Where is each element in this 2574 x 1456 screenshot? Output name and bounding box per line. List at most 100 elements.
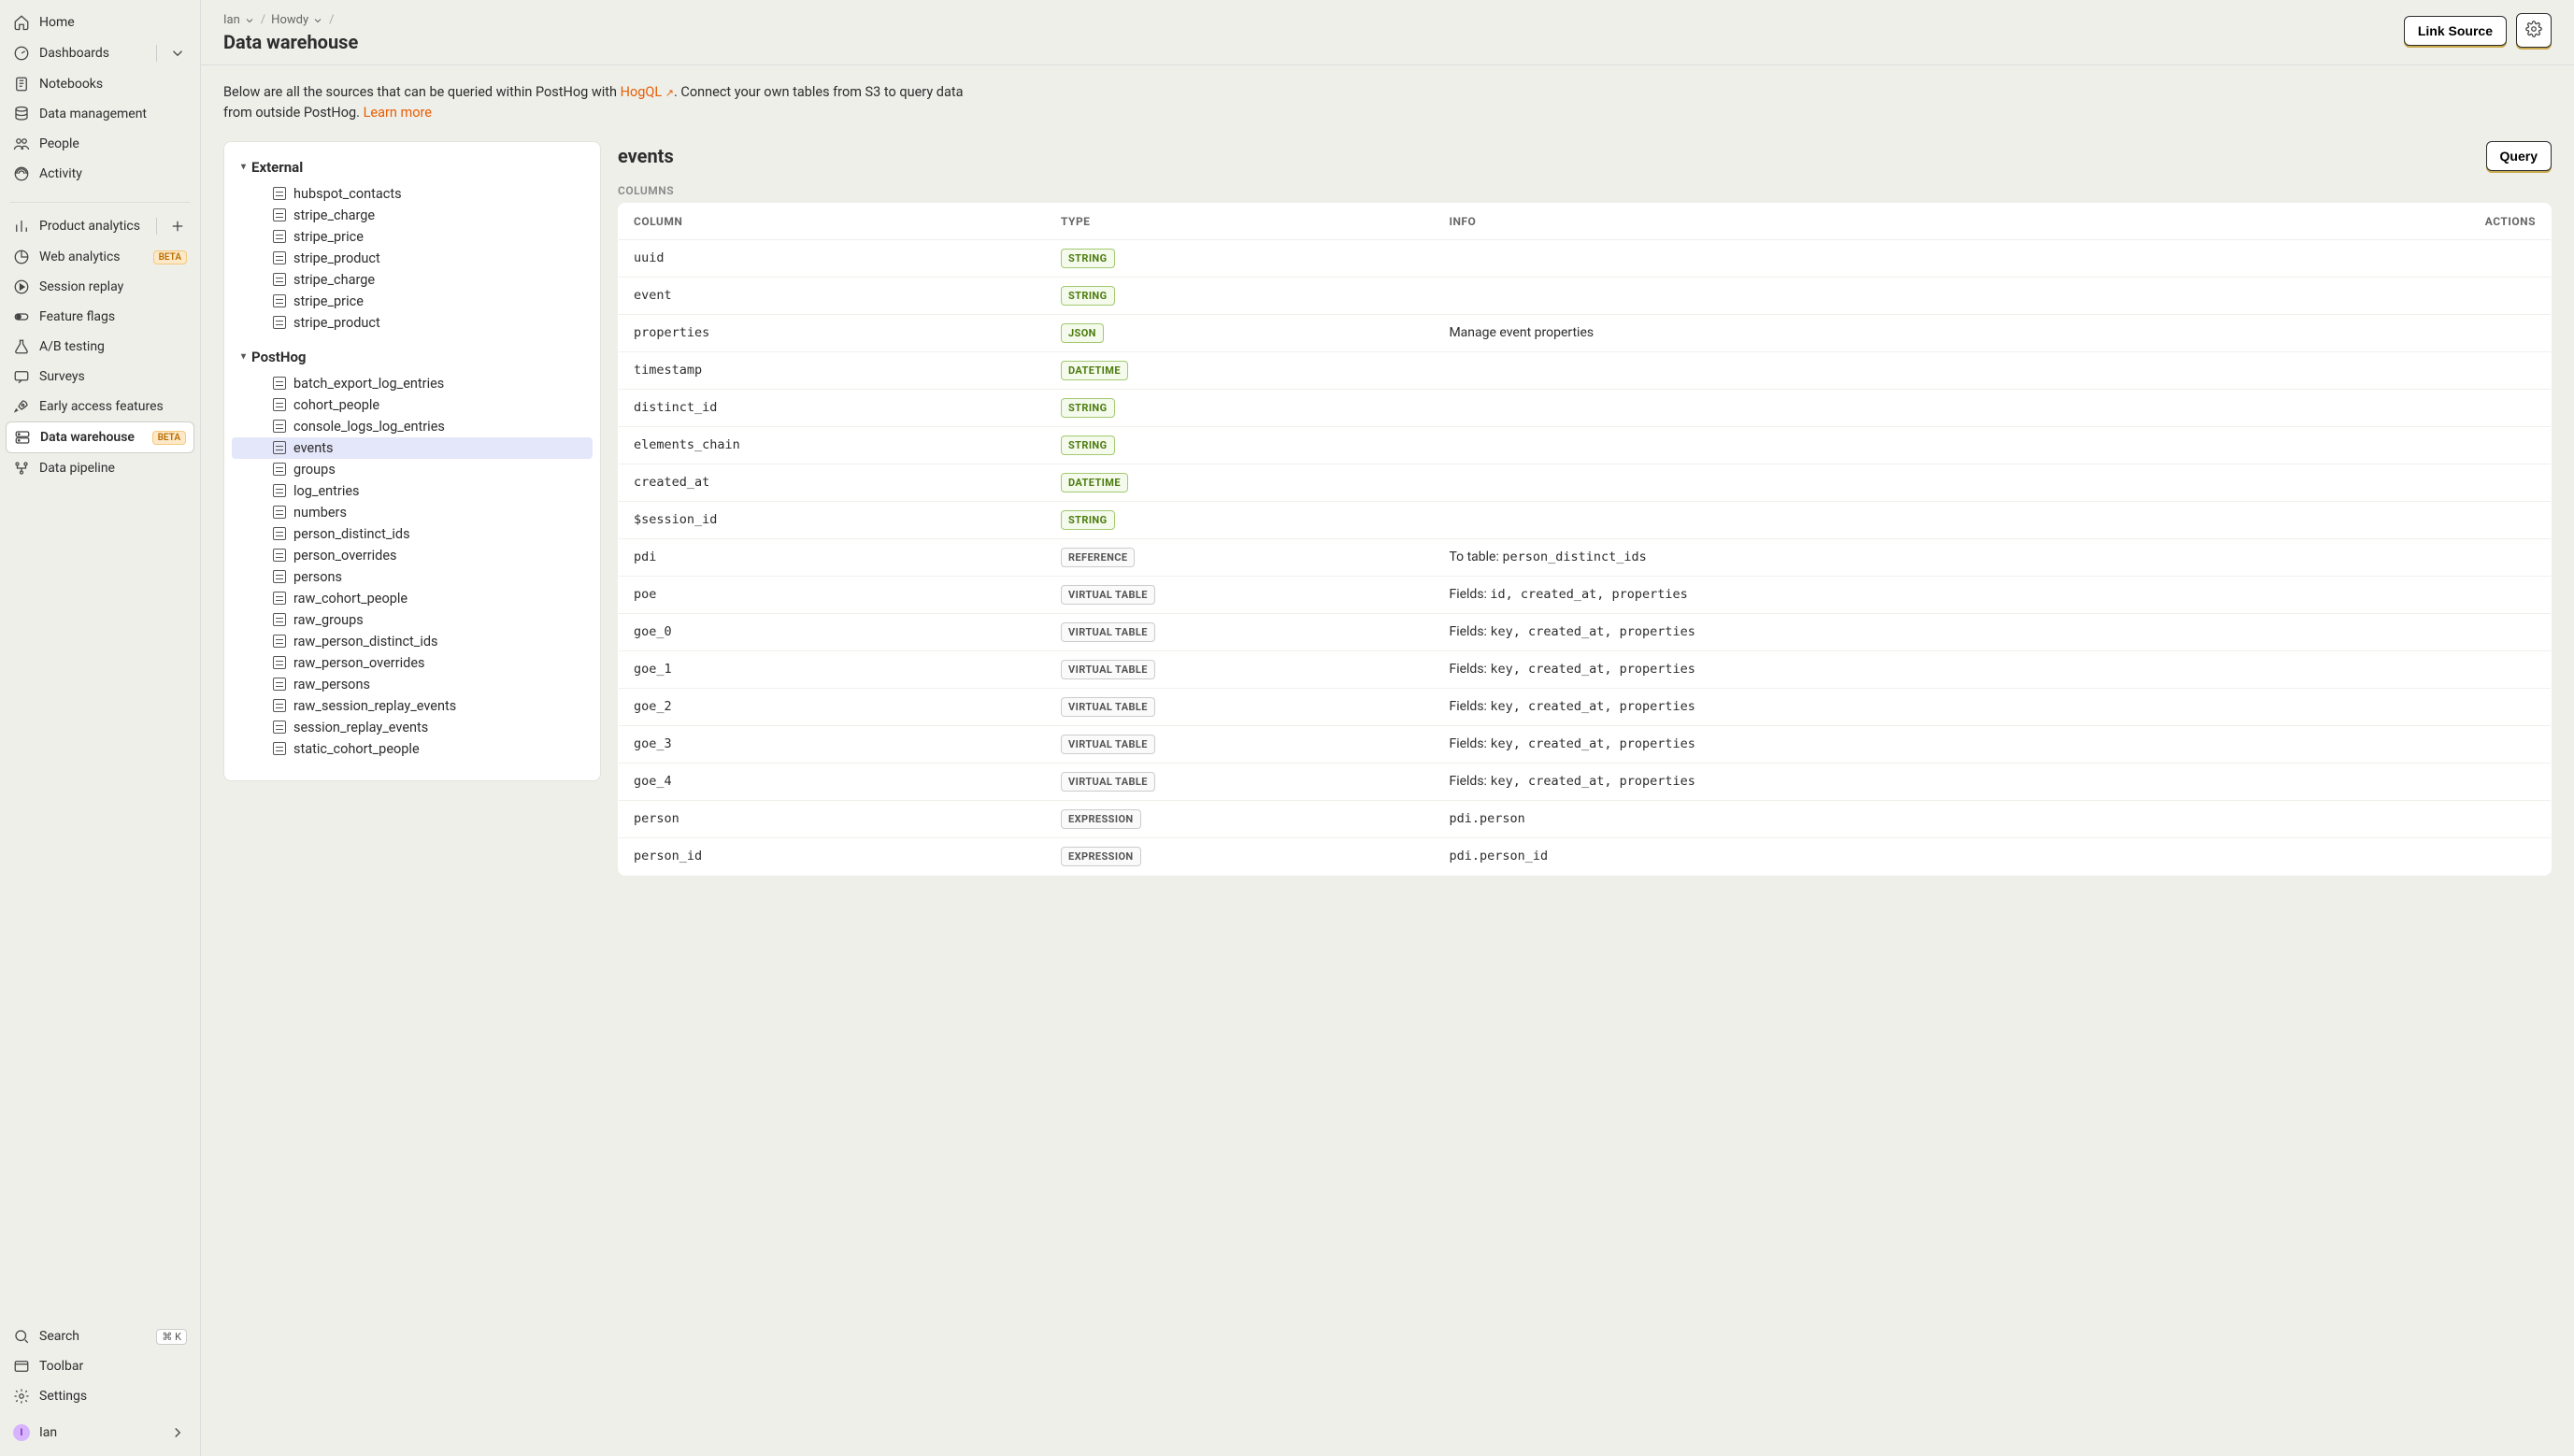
tree-item[interactable]: stripe_product <box>232 248 593 269</box>
tree-item-label: raw_cohort_people <box>293 591 408 607</box>
column-type: EXPRESSION <box>1046 837 1434 875</box>
column-actions <box>2297 426 2551 464</box>
sidebar-item-data-warehouse[interactable]: Data warehouseBETA <box>6 421 194 453</box>
sidebar-item-session-replay[interactable]: Session replay <box>6 272 194 302</box>
tree-item[interactable]: cohort_people <box>232 394 593 416</box>
sidebar-item-data-pipeline[interactable]: Data pipeline <box>6 453 194 483</box>
toolbar-icon <box>13 1358 30 1375</box>
detail-title: events <box>618 145 674 167</box>
tree-item[interactable]: stripe_charge <box>232 205 593 226</box>
sidebar-item-data-management[interactable]: Data management <box>6 99 194 129</box>
tree-item[interactable]: raw_groups <box>232 609 593 631</box>
table-icon <box>273 570 286 583</box>
breadcrumb-item[interactable]: Howdy <box>271 13 323 27</box>
sidebar-item-label: Product analytics <box>39 219 145 234</box>
tree-item[interactable]: stripe_price <box>232 226 593 248</box>
breadcrumb-item[interactable]: Ian <box>223 13 255 27</box>
table-icon <box>273 187 286 200</box>
tree-item-label: person_overrides <box>293 548 397 564</box>
sidebar-item-label: Search <box>39 1329 147 1344</box>
tree-item[interactable]: stripe_price <box>232 291 593 312</box>
table-icon <box>273 441 286 454</box>
column-info: pdi.person_id <box>1434 837 2297 875</box>
tree-item[interactable]: groups <box>232 459 593 480</box>
tree-item-label: log_entries <box>293 483 360 499</box>
gear-icon <box>2525 21 2542 37</box>
sidebar-item-settings[interactable]: Settings <box>6 1381 194 1411</box>
column-info: Manage event properties <box>1434 314 2297 351</box>
column-actions <box>2297 351 2551 389</box>
tree-item[interactable]: stripe_charge <box>232 269 593 291</box>
settings-button[interactable] <box>2516 13 2552 48</box>
column-info: Fields: key, created_at, properties <box>1434 650 2297 688</box>
table-row: properties JSON Manage event properties <box>619 314 2552 351</box>
sidebar-item-toolbar[interactable]: Toolbar <box>6 1351 194 1381</box>
chevron-down-icon[interactable] <box>168 44 187 63</box>
query-button[interactable]: Query <box>2486 141 2552 171</box>
hogql-link[interactable]: HogQL ↗ <box>621 84 674 100</box>
tree-item[interactable]: static_cohort_people <box>232 738 593 760</box>
tree-item[interactable]: raw_person_overrides <box>232 652 593 674</box>
sidebar-item-surveys[interactable]: Surveys <box>6 362 194 392</box>
page-title: Data warehouse <box>223 31 358 53</box>
tree-group-header[interactable]: ▾PostHog <box>232 343 593 371</box>
sidebar-item-home[interactable]: Home <box>6 7 194 37</box>
tree-item[interactable]: log_entries <box>232 480 593 502</box>
plus-icon[interactable] <box>168 217 187 236</box>
tree-item[interactable]: persons <box>232 566 593 588</box>
sidebar-item-dashboards[interactable]: Dashboards <box>6 37 194 69</box>
table-row: person_id EXPRESSION pdi.person_id <box>619 837 2552 875</box>
column-type: REFERENCE <box>1046 538 1434 576</box>
sidebar-item-activity[interactable]: Activity <box>6 159 194 189</box>
column-type: VIRTUAL TABLE <box>1046 613 1434 650</box>
tree-item[interactable]: stripe_product <box>232 312 593 334</box>
sidebar-item-early-access-features[interactable]: Early access features <box>6 392 194 421</box>
tree-item-label: session_replay_events <box>293 720 428 735</box>
link-source-button[interactable]: Link Source <box>2404 16 2507 46</box>
tree-item[interactable]: person_overrides <box>232 545 593 566</box>
column-header-column: COLUMN <box>619 203 1046 239</box>
sidebar-item-product-analytics[interactable]: Product analytics <box>6 210 194 242</box>
tree-item[interactable]: events <box>232 437 593 459</box>
column-info <box>1434 464 2297 501</box>
tree-item[interactable]: numbers <box>232 502 593 523</box>
learn-more-link[interactable]: Learn more <box>364 105 432 121</box>
tree-item[interactable]: batch_export_log_entries <box>232 373 593 394</box>
table-icon <box>273 592 286 605</box>
column-info: Fields: key, created_at, properties <box>1434 763 2297 800</box>
tree-item[interactable]: raw_persons <box>232 674 593 695</box>
column-type: JSON <box>1046 314 1434 351</box>
tree-item-label: events <box>293 440 333 456</box>
table-icon <box>273 294 286 307</box>
column-info: Fields: key, created_at, properties <box>1434 688 2297 725</box>
column-actions <box>2297 800 2551 837</box>
sidebar-item-web-analytics[interactable]: Web analyticsBETA <box>6 242 194 272</box>
column-name: properties <box>619 314 1046 351</box>
sidebar-item-notebooks[interactable]: Notebooks <box>6 69 194 99</box>
database-icon <box>13 106 30 122</box>
sidebar-item-label: Data warehouse <box>40 430 143 445</box>
tree-item[interactable]: console_logs_log_entries <box>232 416 593 437</box>
column-type: STRING <box>1046 426 1434 464</box>
tree-item[interactable]: raw_cohort_people <box>232 588 593 609</box>
tree-item[interactable]: session_replay_events <box>232 717 593 738</box>
tree-item-label: raw_groups <box>293 612 364 628</box>
table-icon <box>273 273 286 286</box>
external-link-icon: ↗ <box>665 87 674 99</box>
sidebar-item-search[interactable]: Search⌘ K <box>6 1321 194 1351</box>
sidebar-item-feature-flags[interactable]: Feature flags <box>6 302 194 332</box>
tree-item[interactable]: raw_session_replay_events <box>232 695 593 717</box>
tree-item[interactable]: raw_person_distinct_ids <box>232 631 593 652</box>
table-row: person EXPRESSION pdi.person <box>619 800 2552 837</box>
sidebar-item-label: Early access features <box>39 399 187 414</box>
tree-item[interactable]: person_distinct_ids <box>232 523 593 545</box>
tree-group-header[interactable]: ▾External <box>232 153 593 181</box>
column-actions <box>2297 501 2551 538</box>
sidebar-item-label: Surveys <box>39 369 187 384</box>
sidebar-user[interactable]: I Ian <box>6 1417 194 1449</box>
tree-item[interactable]: hubspot_contacts <box>232 183 593 205</box>
sidebar-item-a-b-testing[interactable]: A/B testing <box>6 332 194 362</box>
table-row: goe_4 VIRTUAL TABLE Fields: key, created… <box>619 763 2552 800</box>
sidebar-item-people[interactable]: People <box>6 129 194 159</box>
columns-section-label: COLUMNS <box>618 184 2552 197</box>
